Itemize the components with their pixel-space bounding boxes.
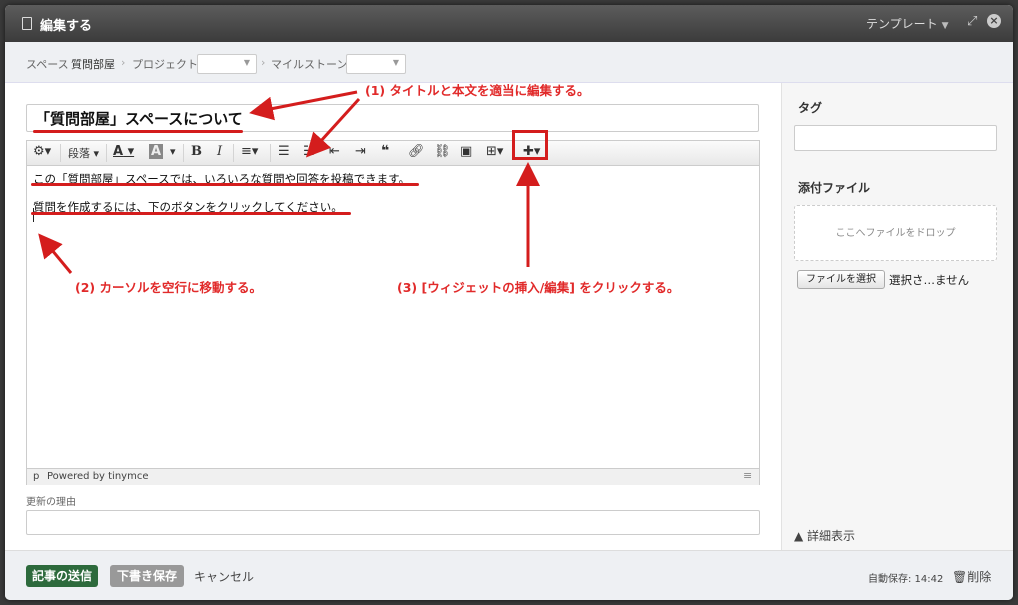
annotation-arrow <box>305 97 361 158</box>
annotation-arrow <box>249 90 358 121</box>
edit-dialog: 編集する テンプレート▼ ⤢ × スペース 質問部屋 › プロジェクト › マイ… <box>5 5 1013 600</box>
annotation-arrows <box>38 90 540 274</box>
annotation-arrow <box>38 233 73 274</box>
